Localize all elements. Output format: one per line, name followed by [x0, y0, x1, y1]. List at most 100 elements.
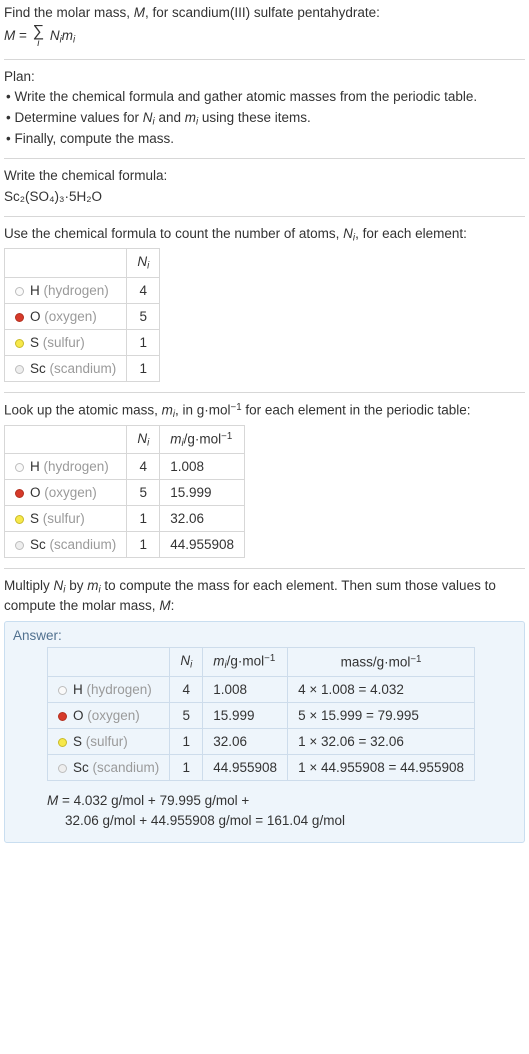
intro-line: Find the molar mass, M, for scandium(III… [4, 4, 525, 22]
element-name: (scandium) [93, 760, 160, 775]
h-n: N [137, 431, 147, 446]
plan-b3: • Finally, compute the mass. [4, 130, 525, 148]
h-unit: /g·mol [227, 654, 265, 669]
n-cell: 5 [127, 303, 160, 329]
final-m: M [47, 793, 58, 808]
plan-b1: • Write the chemical formula and gather … [4, 88, 525, 106]
m-cell: 1.008 [203, 677, 288, 703]
masses-table: Ni mi/g·mol−1 H (hydrogen) 4 1.008 O (ox… [4, 425, 245, 559]
n-cell: 4 [170, 677, 203, 703]
element-swatch-icon [58, 764, 67, 773]
plan-b2-mid: and [155, 110, 185, 125]
element-name: (scandium) [50, 537, 117, 552]
intro-equation: M = ∑i Nimi [4, 24, 525, 49]
element-swatch-icon [15, 339, 24, 348]
mult-n: N [54, 578, 64, 593]
element-cell: H (hydrogen) [5, 454, 127, 480]
element-name: (sulfur) [43, 335, 85, 350]
sigma-icon: ∑i [33, 24, 44, 49]
mult-m: m [87, 578, 98, 593]
mass-cell: 5 × 15.999 = 79.995 [288, 703, 475, 729]
eq-n: N [50, 28, 60, 43]
intro-m: M [134, 5, 145, 20]
page: Find the molar mass, M, for scandium(III… [0, 0, 529, 857]
element-cell: O (oxygen) [48, 703, 170, 729]
element-symbol: H [73, 682, 83, 697]
intro-text: Find the molar mass, [4, 5, 134, 20]
count-title-post: , for each element: [355, 226, 467, 241]
col-mi: mi/g·mol−1 [203, 648, 288, 677]
element-swatch-icon [58, 712, 67, 721]
m-cell: 32.06 [203, 729, 288, 755]
masses-title-m: m [162, 402, 173, 417]
masses-title-mid: , in g·mol [175, 402, 231, 417]
n-cell: 1 [127, 329, 160, 355]
plan-b2: • Determine values for Ni and mi using t… [4, 109, 525, 129]
col-ni: Ni [170, 648, 203, 677]
col-element [5, 249, 127, 277]
element-swatch-icon [15, 515, 24, 524]
element-swatch-icon [15, 365, 24, 374]
masses-title: Look up the atomic mass, mi, in g·mol−1 … [4, 401, 525, 421]
mass-cell: 1 × 44.955908 = 44.955908 [288, 755, 475, 781]
element-cell: H (hydrogen) [5, 277, 127, 303]
n-cell: 1 [170, 729, 203, 755]
n-cell: 1 [127, 532, 160, 558]
m-cell: 44.955908 [203, 755, 288, 781]
plan-title: Plan: [4, 68, 525, 86]
element-swatch-icon [15, 489, 24, 498]
final-line2: 32.06 g/mol + 44.955908 g/mol = 161.04 g… [47, 811, 516, 831]
element-swatch-icon [58, 686, 67, 695]
table-row: Ni mi/g·mol−1 [5, 425, 245, 454]
formula-title: Write the chemical formula: [4, 167, 525, 185]
table-row: S (sulfur) 1 32.06 [5, 506, 245, 532]
h-m: m [170, 431, 181, 446]
element-symbol: Sc [73, 760, 89, 775]
eq-mi: m [62, 28, 73, 43]
divider [4, 59, 525, 60]
masses-title-post: for each element in the periodic table: [242, 402, 471, 417]
element-cell: O (oxygen) [5, 480, 127, 506]
h-mass: mass/g·mol [341, 655, 411, 670]
count-table: Ni H (hydrogen) 4 O (oxygen) 5 S (sulfur… [4, 248, 160, 381]
answer-box: Answer: Ni mi/g·mol−1 mass/g·mol−1 H (hy… [4, 621, 525, 842]
col-element [48, 648, 170, 677]
element-symbol: O [30, 485, 41, 500]
plan-b2-pre: • Determine values for [6, 110, 143, 125]
n-cell: 5 [127, 480, 160, 506]
element-symbol: S [73, 734, 82, 749]
m-cell: 1.008 [160, 454, 245, 480]
element-cell: Sc (scandium) [48, 755, 170, 781]
h-unit: /g·mol [184, 431, 222, 446]
table-row: Sc (scandium) 1 44.955908 [5, 532, 245, 558]
chemical-formula: Sc₂(SO₄)₃·5H₂O [4, 188, 525, 206]
element-swatch-icon [15, 313, 24, 322]
col-element [5, 425, 127, 454]
element-name: (oxygen) [87, 708, 140, 723]
element-symbol: H [30, 283, 40, 298]
n-cell: 5 [170, 703, 203, 729]
element-name: (sulfur) [86, 734, 128, 749]
n-cell: 1 [127, 506, 160, 532]
h-mass-exp: −1 [410, 654, 421, 665]
element-cell: Sc (scandium) [5, 355, 127, 381]
table-row: H (hydrogen) 4 1.008 4 × 1.008 = 4.032 [48, 677, 475, 703]
table-row: Sc (scandium) 1 [5, 355, 160, 381]
element-cell: H (hydrogen) [48, 677, 170, 703]
count-title-n: N [343, 226, 353, 241]
table-row: O (oxygen) 5 15.999 5 × 15.999 = 79.995 [48, 703, 475, 729]
h-ni: i [190, 660, 192, 671]
element-cell: S (sulfur) [5, 506, 127, 532]
divider [4, 392, 525, 393]
divider [4, 158, 525, 159]
eq-mi-sub: i [73, 35, 75, 46]
element-symbol: S [30, 335, 39, 350]
eq-m: M [4, 28, 15, 43]
h-n: N [137, 254, 147, 269]
element-symbol: O [73, 708, 84, 723]
table-row: O (oxygen) 5 15.999 [5, 480, 245, 506]
divider [4, 216, 525, 217]
mult-pre: Multiply [4, 578, 54, 593]
answer-table: Ni mi/g·mol−1 mass/g·mol−1 H (hydrogen) … [47, 647, 475, 781]
mult-mid1: by [65, 578, 87, 593]
